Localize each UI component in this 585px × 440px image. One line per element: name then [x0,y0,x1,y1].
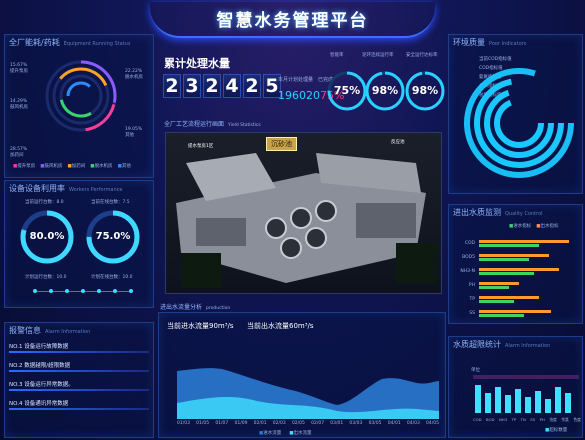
equip-label-2: 14.29% 鼓风机房 [10,99,28,110]
flow-chart [177,368,439,419]
rate1-value: 75% [333,84,361,97]
workers-panel: 设备设备利用率 Workers Performance 当前运行台数：8.0 当前… [4,180,154,308]
alarm-row-1[interactable]: NO.1 设备运行故障数据 [9,341,149,353]
rate1-label: 智能率 [330,53,344,58]
workers-title: 设备设备利用率 Workers Performance [9,184,123,193]
quality-title: 进出水质监测 Quality Control [453,208,543,217]
inflow-text: 当前进水流量90m³/s [167,322,234,330]
gauge1-bottom: 计划运行台数：10.0 [25,275,67,280]
alarmstats-legend: ■超标数量 [545,428,568,433]
gauge2-bottom: 计划在线台数：10.0 [91,275,133,280]
alarm-row-3[interactable]: NO.3 设备运行异常数据。 [9,379,149,391]
quality-bars [479,240,569,317]
flow-legend: ■进水流量 ■出水流量 [259,431,312,436]
plant-illustration [176,153,436,288]
timeline-dots [33,289,133,293]
equip-label-4: 22.22% 脱水机房 [125,69,143,80]
equip-legend: ■提升泵房 ■鼓风机房 ■加药间 ■脱水机房 ■其他 [13,164,131,169]
alarm-row-4[interactable]: NO.4 设备通讯异常数据 [9,398,149,410]
alarmstats-x: COD BOD NH3 TP TN SS PH 浊度 余氯 色度 [473,417,581,422]
gauge1-value: 80.0% [29,231,65,242]
alarmstats-title: 水质超限统计 Alarm Information [453,340,551,349]
plan-label: 本月计划处理量 [278,77,314,83]
alarm-panel: 报警信息 Alarm Information NO.1 设备运行故障数据 NO.2… [4,322,154,438]
scene-label-1: 提水泵房1区 [188,144,214,149]
scene-title: 全厂工艺流程运行画面 Yield Statistics [164,121,261,128]
page-title: 智慧水务管理平台 [216,11,369,31]
equip-label-1: 15.67% 提升泵房 [10,63,28,74]
env-panel: 环境质量 Poor Indicators 当前COD指标值 COD指标值 氨氮指标值总… [448,34,583,194]
flow-title: 进出水流量分析 production [160,304,231,311]
alarmstats-yaxis: 单位 [471,368,480,373]
equipment-donut [45,60,117,132]
process-scene[interactable]: 沉砂池 提水泵房1区 反应池 [165,132,442,294]
rate3-value: 98% [411,84,439,97]
quality-panel: 进出水质监测 Quality Control ■进水指标 ■出水指标 COD BOD… [448,204,583,324]
quality-legend: ■进水指标 ■出水指标 [509,224,559,229]
equip-label-3: 28.57% 加药间 [10,147,28,158]
quality-rows: COD BOD5 NH3-N PH TP SS [460,241,475,316]
env-title: 环境质量 Poor Indicators [453,38,527,47]
alarmstats-bars [473,375,579,413]
rate3-label: 安全运行达标率 [406,53,438,58]
equipment-panel: 全厂能耗/药耗 Equipment Running Status 15.67% 提升… [4,34,154,178]
equipment-title: 全厂能耗/药耗 Equipment Running Status [9,38,131,47]
equip-label-5: 19.05% 其他 [125,127,143,138]
rate2-value: 98% [371,84,399,97]
outflow-text: 当前出水流量60m³/s [247,322,314,330]
rate2-label: 泥环连续运行率 [362,53,394,58]
flow-x-axis: 01/03 01/05 01/07 01/09 02/01 02/03 02/05 02/07… [177,421,439,426]
alarm-row-2[interactable]: NO.2 数据越限/超限数据 [9,360,149,372]
alarmstats-panel: 水质超限统计 Alarm Information 单位 COD BOD NH3 TP TN… [448,336,583,438]
water-digits: 232425 [163,74,283,98]
env-rings [464,68,574,178]
gauge2-value: 75.0% [95,231,131,242]
flow-panel: 当前进水流量90m³/s 当前出水流量60m³/s 01/03 01/05 01/0… [158,312,446,438]
scene-tag[interactable]: 沉砂池 [266,137,297,151]
water-title: 累计处理水量 [164,57,230,70]
alarm-title: 报警信息 Alarm Information [9,326,91,335]
gauge1-top: 当前运行台数：8.0 [25,200,64,205]
scene-label-2: 反应池 [391,140,405,145]
plan-value: 196020 [278,89,320,102]
gauge2-top: 当前在线台数：7.5 [91,200,130,205]
